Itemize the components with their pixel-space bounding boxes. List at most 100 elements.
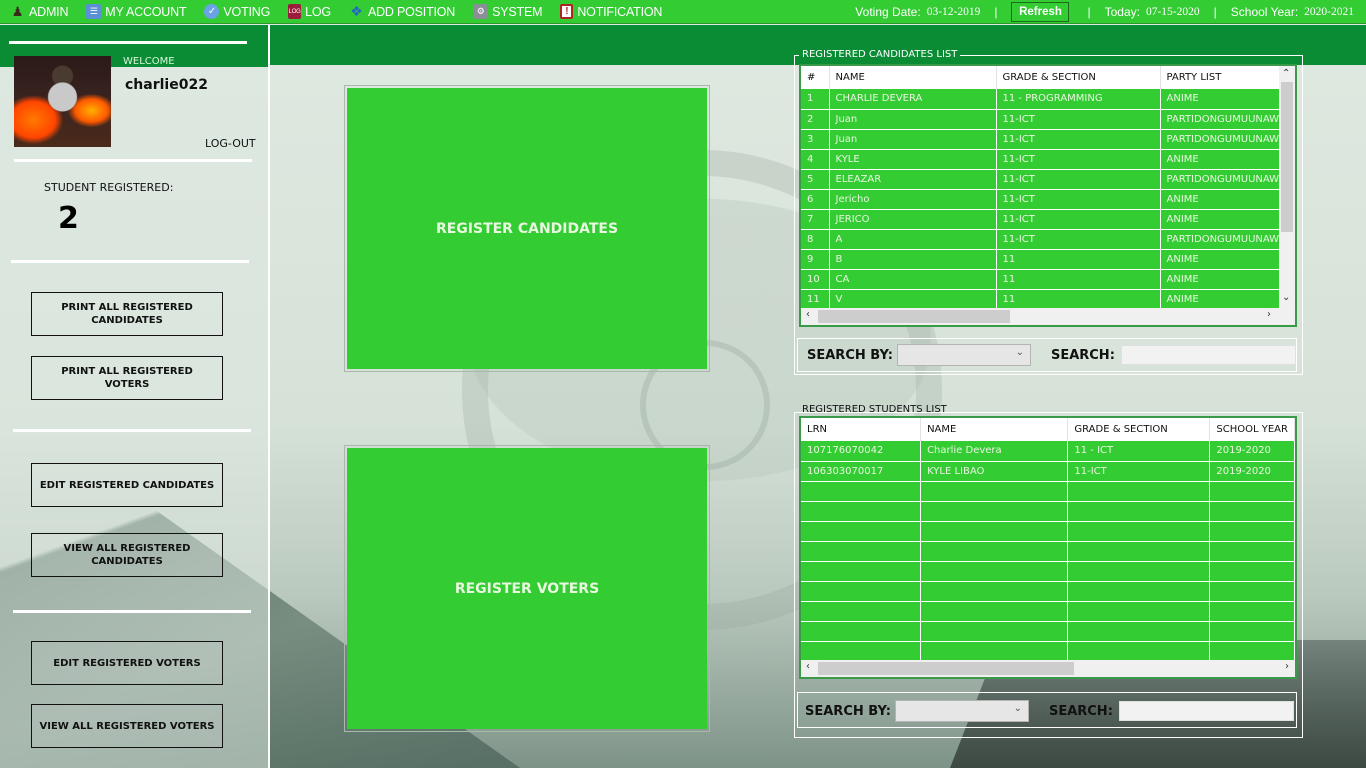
table-cell[interactable] xyxy=(1209,521,1295,542)
scroll-right-icon[interactable]: › xyxy=(1285,661,1289,672)
table-cell[interactable] xyxy=(1067,621,1211,642)
table-row[interactable] xyxy=(801,561,1295,582)
table-cell[interactable] xyxy=(801,601,922,622)
table-cell[interactable]: 2 xyxy=(801,109,830,130)
table-cell[interactable] xyxy=(1067,521,1211,542)
table-cell[interactable]: 2019-2020 xyxy=(1209,461,1295,482)
table-cell[interactable] xyxy=(1067,501,1211,522)
candidates-search-by-select[interactable]: ⌄ xyxy=(896,344,1031,366)
table-cell[interactable] xyxy=(801,581,922,602)
nav-system[interactable]: ⚙ SYSTEM xyxy=(463,0,550,24)
nav-add-position[interactable]: ❖ ADD POSITION xyxy=(339,0,463,24)
table-row[interactable]: 7 JERICO 11-ICT ANIME xyxy=(801,209,1287,230)
table-cell[interactable] xyxy=(801,621,922,642)
scroll-left-icon[interactable]: ‹ xyxy=(806,309,810,320)
table-cell[interactable]: V xyxy=(829,289,997,310)
table-cell[interactable]: 1 xyxy=(801,89,830,110)
table-row[interactable]: 4 KYLE 11-ICT ANIME xyxy=(801,149,1287,170)
table-cell[interactable]: Juan xyxy=(829,129,997,150)
table-row[interactable]: 9 B 11 ANIME xyxy=(801,249,1287,270)
edit-voters-button[interactable]: EDIT REGISTERED VOTERS xyxy=(31,641,223,685)
table-cell[interactable] xyxy=(920,621,1069,642)
table-cell[interactable]: 11 xyxy=(996,249,1161,270)
view-voters-button[interactable]: VIEW ALL REGISTERED VOTERS xyxy=(31,704,223,748)
table-cell[interactable]: 11-ICT xyxy=(996,229,1161,250)
table-cell[interactable]: CA xyxy=(829,269,997,290)
logout-link[interactable]: LOG-OUT xyxy=(205,137,256,150)
candidates-vertical-scrollbar[interactable]: ⌃ ⌄ xyxy=(1279,66,1295,310)
table-cell[interactable]: 11-ICT xyxy=(1067,461,1211,482)
table-cell[interactable] xyxy=(1209,501,1295,522)
table-row[interactable]: 10 CA 11 ANIME xyxy=(801,269,1287,290)
table-cell[interactable]: 7 xyxy=(801,209,830,230)
table-cell[interactable]: 11-ICT xyxy=(996,149,1161,170)
table-cell[interactable] xyxy=(920,581,1069,602)
print-candidates-button[interactable]: PRINT ALL REGISTERED CANDIDATES xyxy=(31,292,223,336)
table-row[interactable]: 6 Jericho 11-ICT ANIME xyxy=(801,189,1287,210)
table-cell[interactable] xyxy=(801,541,922,562)
table-cell[interactable]: 9 xyxy=(801,249,830,270)
table-cell[interactable]: CHARLIE DEVERA xyxy=(829,89,997,110)
table-cell[interactable]: 10 xyxy=(801,269,830,290)
column-header[interactable]: # xyxy=(801,66,830,89)
table-cell[interactable]: Jericho xyxy=(829,189,997,210)
table-row[interactable]: 5 ELEAZAR 11-ICT PARTIDONGUMUUNAW xyxy=(801,169,1287,190)
candidates-search-input[interactable] xyxy=(1120,345,1296,365)
table-cell[interactable] xyxy=(1209,621,1295,642)
candidates-grid[interactable]: # NAME GRADE & SECTION PARTY LIST 1 CHARLIE … xyxy=(799,64,1297,327)
table-row[interactable]: 8 A 11-ICT PARTIDONGUMUUNAW xyxy=(801,229,1287,250)
table-row[interactable]: 2 Juan 11-ICT PARTIDONGUMUUNAW xyxy=(801,109,1287,130)
students-search-input[interactable] xyxy=(1118,701,1294,721)
table-row[interactable]: 3 Juan 11-ICT PARTIDONGUMUUNAW xyxy=(801,129,1287,150)
table-row[interactable] xyxy=(801,501,1295,522)
table-row[interactable]: 1 CHARLIE DEVERA 11 - PROGRAMMING ANIME xyxy=(801,89,1287,110)
students-search-by-select[interactable]: ⌄ xyxy=(894,700,1029,722)
nav-admin[interactable]: ♟ ADMIN xyxy=(0,0,76,24)
table-cell[interactable] xyxy=(1067,541,1211,562)
column-header[interactable]: LRN xyxy=(801,418,922,441)
table-cell[interactable] xyxy=(801,481,922,502)
table-cell[interactable]: 106303070017 xyxy=(801,461,922,482)
table-cell[interactable]: ELEAZAR xyxy=(829,169,997,190)
table-cell[interactable]: JERICO xyxy=(829,209,997,230)
column-header[interactable]: NAME xyxy=(829,66,997,89)
table-row[interactable] xyxy=(801,621,1295,642)
table-cell[interactable] xyxy=(920,641,1069,662)
table-cell[interactable]: 11-ICT xyxy=(996,189,1161,210)
table-cell[interactable]: KYLE xyxy=(829,149,997,170)
table-cell[interactable] xyxy=(920,541,1069,562)
table-cell[interactable] xyxy=(1067,561,1211,582)
table-cell[interactable]: ANIME xyxy=(1160,149,1287,170)
table-cell[interactable] xyxy=(1067,481,1211,502)
students-grid[interactable]: LRN NAME GRADE & SECTION SCHOOL YEAR 107176… xyxy=(799,416,1297,679)
nav-notification[interactable]: ! NOTIFICATION xyxy=(550,0,670,24)
table-row[interactable] xyxy=(801,601,1295,622)
table-cell[interactable]: 107176070042 xyxy=(801,441,922,462)
print-voters-button[interactable]: PRINT ALL REGISTERED VOTERS xyxy=(31,356,223,400)
table-cell[interactable] xyxy=(1209,481,1295,502)
register-voters-button[interactable]: REGISTER VOTERS xyxy=(347,448,707,729)
scroll-left-icon[interactable]: ‹ xyxy=(806,661,810,672)
column-header[interactable]: PARTY LIST xyxy=(1160,66,1287,89)
view-candidates-button[interactable]: VIEW ALL REGISTERED CANDIDATES xyxy=(31,533,223,577)
table-cell[interactable]: 11-ICT xyxy=(996,109,1161,130)
table-cell[interactable]: Juan xyxy=(829,109,997,130)
table-cell[interactable] xyxy=(801,521,922,542)
refresh-button[interactable]: Refresh xyxy=(1011,2,1070,22)
table-cell[interactable]: 11 - ICT xyxy=(1067,441,1211,462)
table-cell[interactable] xyxy=(801,501,922,522)
table-cell[interactable]: Charlie Devera xyxy=(920,441,1069,462)
table-cell[interactable] xyxy=(1209,561,1295,582)
scroll-up-icon[interactable]: ⌃ xyxy=(1282,68,1290,79)
table-cell[interactable]: PARTIDONGUMUUNAW xyxy=(1160,169,1287,190)
table-row[interactable]: 106303070017 KYLE LIBAO 11-ICT 2019-2020 xyxy=(801,461,1295,482)
table-cell[interactable]: 8 xyxy=(801,229,830,250)
table-cell[interactable] xyxy=(920,481,1069,502)
table-cell[interactable]: PARTIDONGUMUUNAW xyxy=(1160,109,1287,130)
table-cell[interactable]: PARTIDONGUMUUNAW xyxy=(1160,229,1287,250)
table-cell[interactable] xyxy=(1209,641,1295,662)
table-cell[interactable]: 4 xyxy=(801,149,830,170)
table-row[interactable] xyxy=(801,641,1295,662)
nav-log[interactable]: LOG LOG xyxy=(278,0,339,24)
table-cell[interactable] xyxy=(1067,581,1211,602)
